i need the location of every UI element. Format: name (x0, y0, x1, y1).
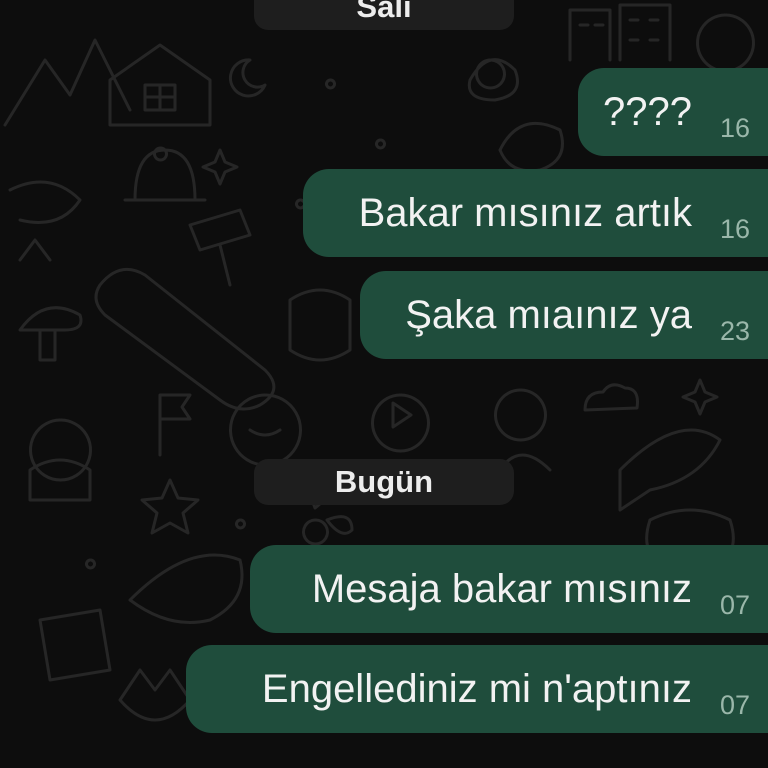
date-separator-label: Salı (356, 0, 412, 24)
date-separator-label: Bugün (334, 464, 434, 499)
ball-doodle-icon (696, 13, 755, 73)
message-text: Bakar mısınız artık (358, 191, 692, 235)
outgoing-message[interactable]: Mesaja bakar mısınız 07 (250, 545, 768, 633)
drum-doodle-icon (288, 288, 352, 362)
house-doodle-icon (108, 43, 212, 127)
astronaut-doodle-icon (28, 418, 92, 502)
message-text: ???? (603, 90, 692, 134)
whale-doodle-icon (128, 553, 244, 624)
egg-doodle-icon (467, 58, 519, 102)
sparkle-doodle-icon (201, 148, 239, 186)
shell-doodle-icon (498, 121, 564, 173)
outgoing-message[interactable]: Şaka mıaınız ya 23 (360, 271, 768, 359)
board-doodle-icon (94, 267, 276, 411)
message-time: 16 (720, 214, 751, 244)
message-time: 07 (720, 690, 751, 720)
cup-doodle-icon (38, 608, 112, 682)
message-text: Şaka mıaınız ya (405, 293, 692, 337)
outgoing-message[interactable]: Bakar mısınız artık 16 (303, 169, 768, 257)
sparkle-right-doodle-icon (681, 378, 719, 416)
flag-doodle-icon (158, 393, 192, 457)
date-separator: Bugün (254, 459, 514, 505)
cloud-doodle-icon (583, 383, 639, 412)
fish-doodle-icon (618, 428, 722, 512)
outgoing-message[interactable]: ???? 16 (578, 68, 768, 156)
person-doodle-icon (494, 388, 552, 472)
message-text: Engellediniz mi n'aptınız (261, 667, 692, 711)
hat-doodle-icon (123, 146, 207, 202)
chat-screen: Salı ???? 16 Bakar mısınız artık 16 Şaka… (0, 0, 768, 768)
message-time: 23 (720, 316, 751, 346)
message-text: Mesaja bakar mısınız (311, 567, 692, 611)
message-time: 16 (720, 113, 751, 143)
smiley-doodle-icon (229, 393, 302, 467)
message-time: 07 (720, 590, 751, 620)
shrimp-doodle-icon (8, 180, 82, 262)
play-doodle-icon (371, 393, 430, 453)
hammer-doodle-icon (188, 208, 252, 287)
mushroom-doodle-icon (18, 306, 83, 362)
building-doodle-icon (568, 3, 672, 62)
date-separator: Salı (254, 0, 514, 30)
fox-doodle-icon (118, 668, 192, 722)
star-doodle-icon (140, 478, 200, 535)
moon-doodle-icon (228, 58, 267, 98)
outgoing-message[interactable]: Engellediniz mi n'aptınız 07 (186, 645, 768, 733)
